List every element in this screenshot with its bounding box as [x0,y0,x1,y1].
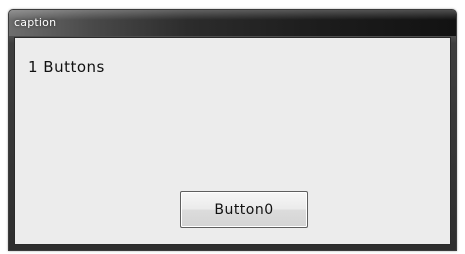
dialog-client-area: 1 Buttons Button0 [14,37,451,245]
dialog-message: 1 Buttons [28,58,105,76]
title-bar[interactable]: caption [9,10,456,36]
dialog-window: caption 1 Buttons Button0 [8,9,457,251]
window-caption: caption [14,16,57,29]
button0[interactable]: Button0 [180,191,308,228]
